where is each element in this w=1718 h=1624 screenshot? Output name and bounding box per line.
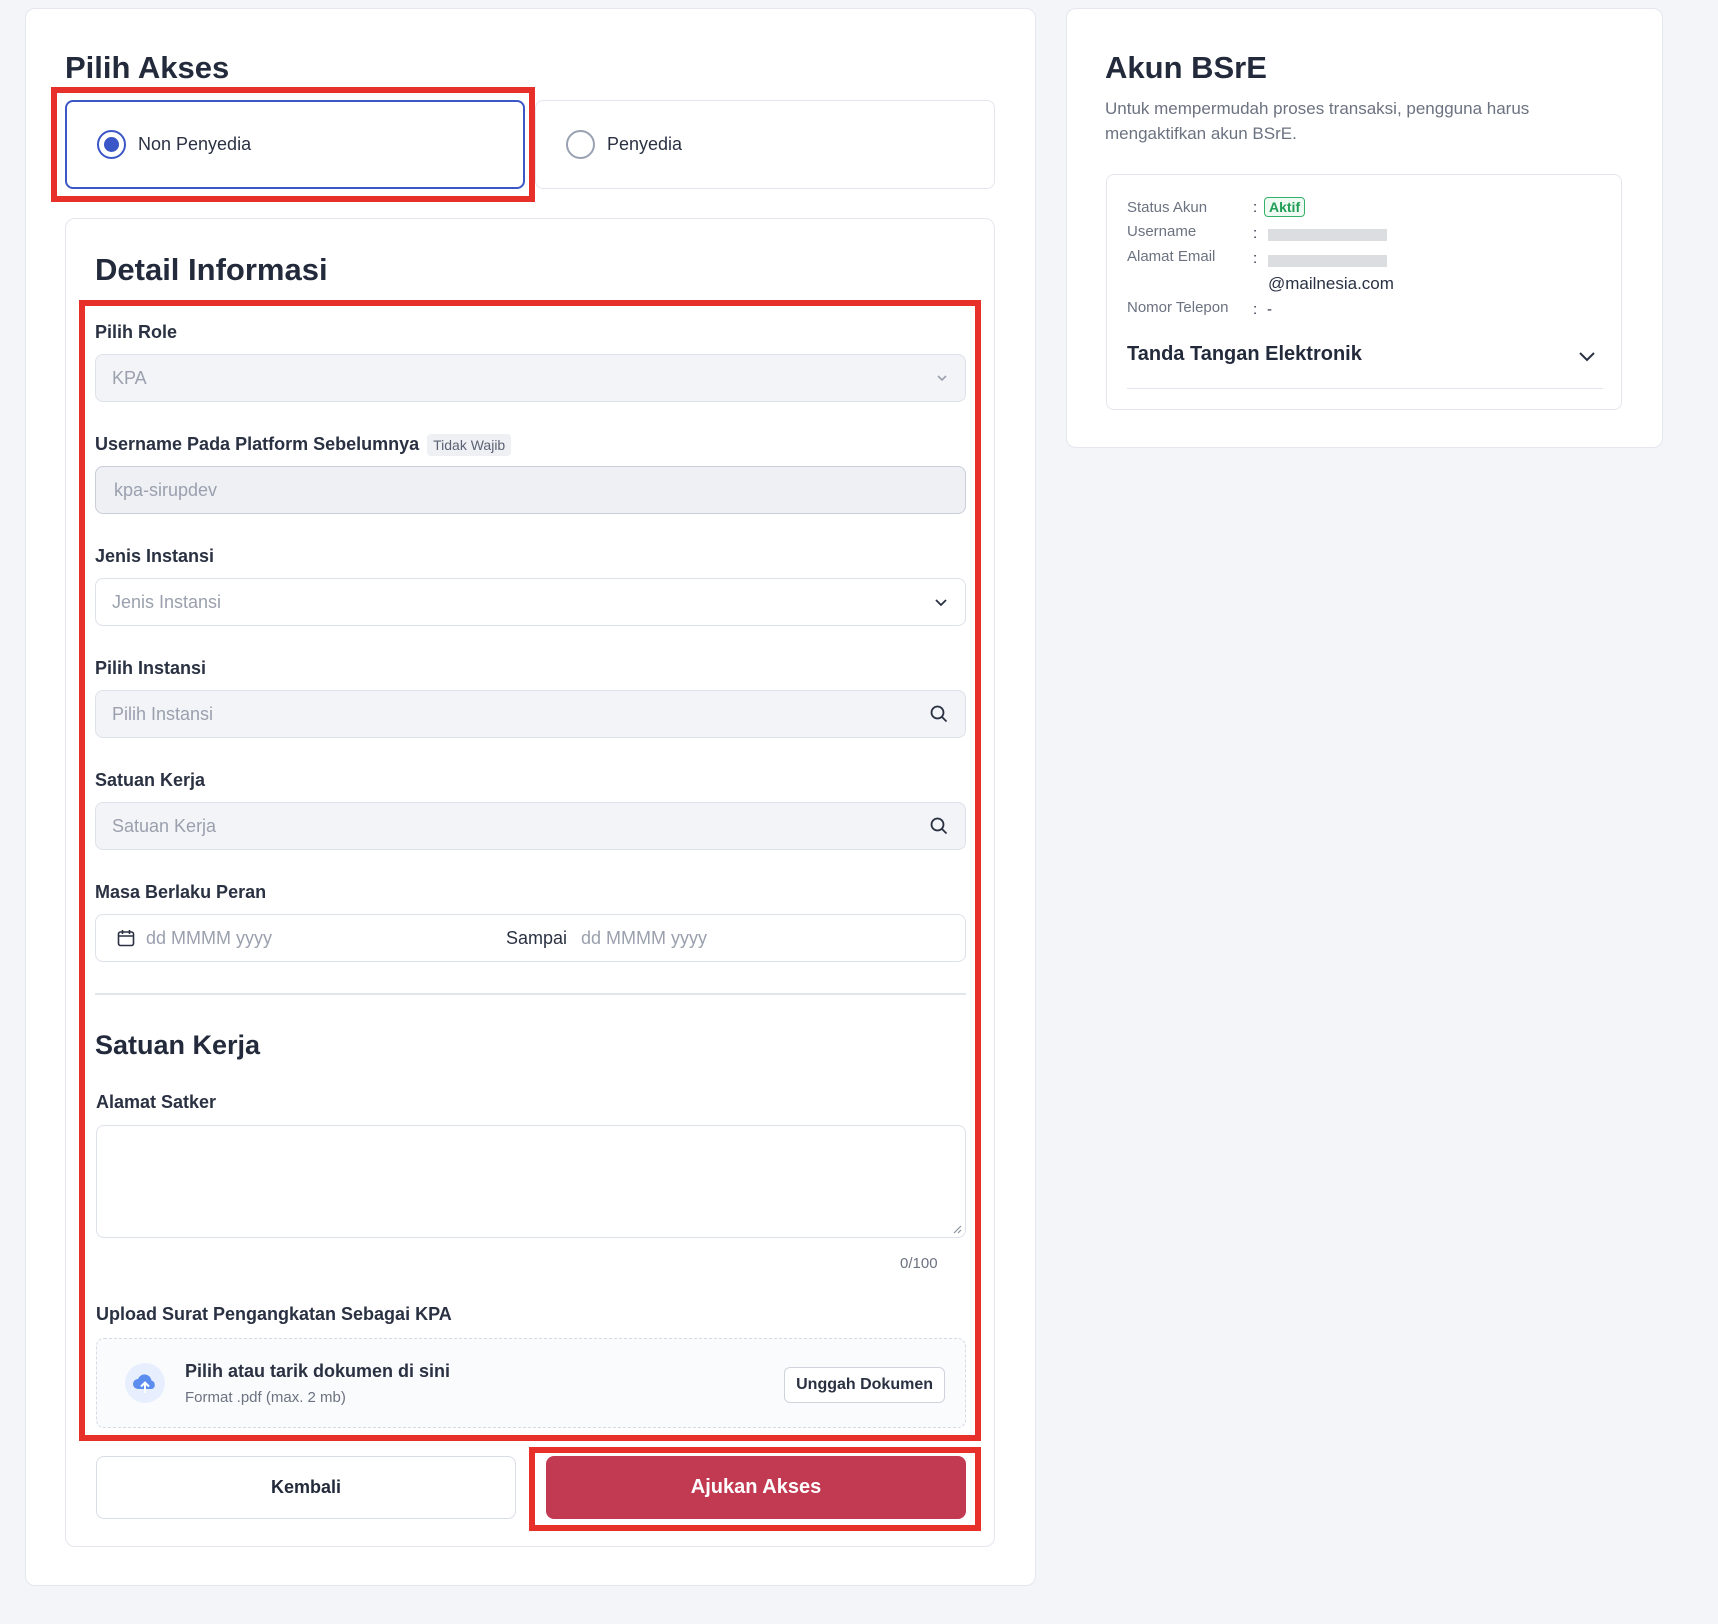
radio-option-penyedia[interactable]: Penyedia [535,100,995,189]
username-prev-label: Username Pada Platform Sebelumnya Tidak W… [95,434,512,456]
pilih-instansi-placeholder: Pilih Instansi [112,703,214,724]
colon: : [1253,225,1258,242]
upload-hint: Format .pdf (max. 2 mb) [185,1389,346,1406]
alamat-satker-label: Alamat Satker [96,1092,217,1112]
satuan-kerja-label: Satuan Kerja [95,770,206,790]
satuan-kerja-input[interactable]: Satuan Kerja [95,802,966,850]
cloud-upload-icon [125,1363,165,1403]
radio-selected-icon[interactable] [97,130,126,159]
chevron-down-icon [933,594,949,610]
radio-unselected-icon[interactable] [566,130,595,159]
ttd-label: Tanda Tangan Elektronik [1127,343,1362,365]
jenis-instansi-label: Jenis Instansi [95,546,215,566]
start-date-placeholder[interactable]: dd MMMM yyyy [146,928,506,949]
colon: : [1253,199,1258,216]
radio-label-penyedia: Penyedia [607,134,683,154]
upload-dropzone[interactable]: Pilih atau tarik dokumen di sini Format … [96,1338,966,1428]
phone-label: Nomor Telepon [1127,299,1229,316]
upload-label: Upload Surat Pengangkatan Sebagai KPA [96,1304,452,1324]
calendar-icon[interactable] [116,928,136,948]
date-range-input[interactable]: dd MMMM yyyy Sampai dd MMMM yyyy [95,914,966,962]
search-icon[interactable] [929,704,949,724]
chevron-down-icon[interactable] [1577,349,1597,368]
bsre-description: Untuk mempermudah proses transaksi, peng… [1105,99,1530,143]
phone-value: - [1267,301,1272,318]
satuan-kerja-placeholder: Satuan Kerja [112,815,217,836]
divider [95,993,966,995]
redacted-email [1268,255,1387,267]
username-prev-input[interactable]: kpa-sirupdev [95,466,966,514]
upload-document-button[interactable]: Unggah Dokumen [784,1367,945,1403]
date-separator: Sampai [506,927,568,948]
submit-access-button[interactable]: Ajukan Akses [546,1456,966,1519]
jenis-instansi-placeholder: Jenis Instansi [112,591,222,612]
colon: : [1253,250,1258,267]
chevron-down-icon [935,371,949,385]
status-label: Status Akun [1127,199,1208,216]
username-prev-value: kpa-sirupdev [114,479,218,500]
back-button[interactable]: Kembali [96,1456,516,1519]
pilih-akses-title: Pilih Akses [65,50,230,85]
alamat-satker-textarea[interactable] [96,1125,966,1238]
username-label: Username [1127,223,1197,240]
ttd-accordion[interactable]: Tanda Tangan Elektronik [1127,343,1603,389]
email-label: Alamat Email [1127,248,1216,265]
colon: : [1253,301,1258,318]
status-badge: Aktif [1264,197,1306,217]
email-domain: @mailnesia.com [1268,274,1394,293]
detail-informasi-title: Detail Informasi [95,252,328,287]
role-label: Pilih Role [95,322,178,342]
satuan-kerja-section-title: Satuan Kerja [95,1030,261,1060]
role-select[interactable]: KPA [95,354,966,402]
radio-label-non-penyedia: Non Penyedia [138,134,252,154]
masa-berlaku-label: Masa Berlaku Peran [95,882,267,902]
optional-tag: Tidak Wajib [427,434,512,456]
pilih-instansi-input[interactable]: Pilih Instansi [95,690,966,738]
upload-title: Pilih atau tarik dokumen di sini [185,1361,451,1381]
char-counter: 0/100 [900,1255,938,1272]
radio-option-non-penyedia[interactable]: Non Penyedia [65,100,525,189]
redacted-username [1268,229,1387,241]
resize-handle-icon[interactable] [952,1224,962,1234]
bsre-account-info: Status Akun : Aktif Username : Alamat Em… [1106,174,1622,410]
jenis-instansi-select[interactable]: Jenis Instansi [95,578,966,626]
end-date-placeholder[interactable]: dd MMMM yyyy [581,928,707,949]
pilih-instansi-label: Pilih Instansi [95,658,207,678]
role-value: KPA [112,367,147,388]
bsre-title: Akun BSrE [1105,50,1267,85]
search-icon[interactable] [929,816,949,836]
